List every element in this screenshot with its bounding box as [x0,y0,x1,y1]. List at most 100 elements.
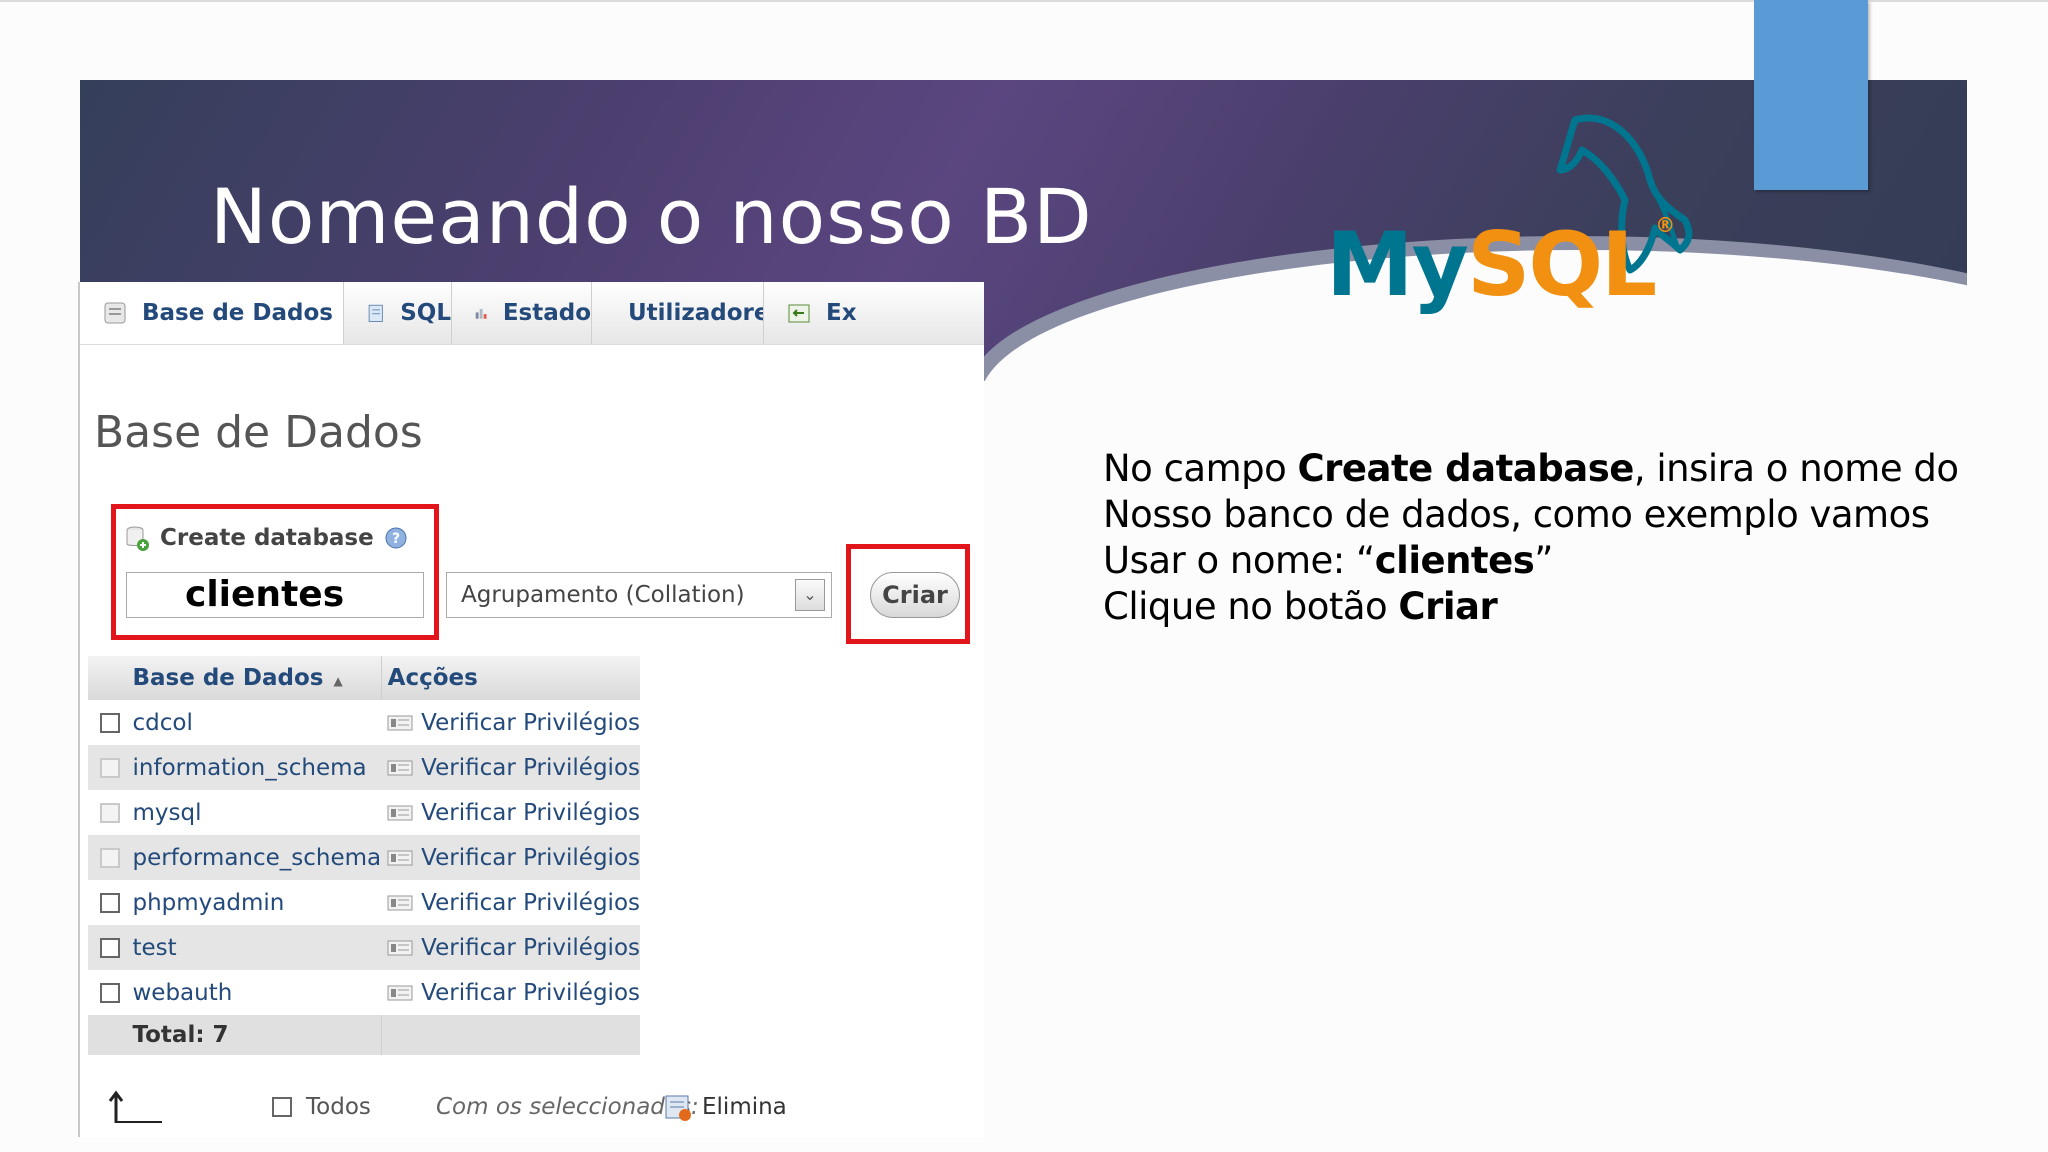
bulk-actions-row: Todos Com os seleccionados: Elimina [106,1082,826,1132]
header-database[interactable]: Base de Dados ▲ [132,656,382,700]
check-privileges-label: Verificar Privilégios [421,754,640,781]
databases-table: Base de Dados ▲ Acções cdcol Verificar Pr… [88,656,640,1055]
instruction-text: ” [1534,539,1553,582]
row-checkbox[interactable] [100,983,121,1003]
mysql-logo-my: My [1326,213,1469,316]
tab-label: Estado [502,300,591,326]
sort-ascending-icon: ▲ [333,674,343,688]
status-icon [475,309,487,319]
check-privileges-label: Verificar Privilégios [421,844,640,871]
check-privileges-link[interactable]: Verificar Privilégios [381,980,640,1006]
mysql-logo-sql: SQL [1466,213,1657,316]
highlight-create-button [846,544,970,644]
table-total-row: Total: 7 [88,1015,640,1055]
tab-estado[interactable]: Estado [452,282,592,344]
database-name[interactable]: webauth [132,970,382,1015]
tab-utilizadores[interactable]: Utilizadores [592,282,764,344]
table-row: cdcol Verificar Privilégios [88,700,640,745]
check-privileges-link[interactable]: Verificar Privilégios [381,890,640,916]
instruction-line-2: Nosso banco de dados, como exemplo vamos [1103,493,1930,536]
table-row: phpmyadmin Verificar Privilégios [88,880,640,925]
check-privileges-label: Verificar Privilégios [421,934,640,961]
database-name[interactable]: test [132,925,382,970]
total-count: Total: 7 [132,1015,382,1055]
instruction-text: , insira o nome do [1633,447,1959,490]
instruction-text: No campo [1103,447,1298,490]
header-checkbox-col [88,656,133,700]
instruction-bold: clientes [1374,539,1535,582]
tab-base-de-dados[interactable]: Base de Dados [80,282,344,344]
instruction-bold: Criar [1398,585,1498,628]
row-checkbox[interactable] [100,713,121,733]
sql-icon [368,304,383,322]
tab-export[interactable]: Ex [764,282,984,344]
instruction-text: Usar o nome: “ [1103,539,1375,582]
drop-label: Elimina [702,1094,787,1120]
tab-sql[interactable]: SQL [344,282,452,344]
database-name[interactable]: mysql [132,790,382,835]
header-actions-label: Acções [387,665,478,691]
row-checkbox [100,848,121,868]
tab-label: Utilizadores [628,300,763,326]
row-checkbox [100,803,121,823]
arrow-up-icon [108,1090,162,1123]
check-privileges-label: Verificar Privilégios [421,979,640,1006]
table-row: test Verificar Privilégios [88,925,640,970]
export-icon [788,304,810,323]
tab-label: Ex [826,300,857,326]
instruction-bold: Create database [1297,447,1635,490]
tab-bar: Base de Dados SQL Estado Utilizadores Ex [80,282,984,345]
privileges-icon [387,940,413,955]
table-header-row: Base de Dados ▲ Acções [88,656,640,700]
select-all[interactable]: Todos [272,1094,371,1120]
row-checkbox [100,758,121,778]
instruction-line-3: Usar o nome: “clientes” [1103,538,2003,584]
check-privileges-link[interactable]: Verificar Privilégios [381,935,640,961]
table-row: information_schema Verificar Privilégios [88,745,640,790]
check-privileges-link[interactable]: Verificar Privilégios [381,755,640,781]
table-row: performance_schema Verificar Privilégios [88,835,640,880]
check-privileges-link[interactable]: Verificar Privilégios [381,710,640,736]
database-name[interactable]: phpmyadmin [132,880,382,925]
with-selected-label: Com os seleccionados: [436,1094,699,1120]
check-privileges-label: Verificar Privilégios [421,889,640,916]
highlight-create-database [111,504,439,640]
select-all-checkbox[interactable] [272,1097,292,1117]
slide-title: Nomeando o nosso BD [210,172,1093,261]
drop-database-icon [665,1095,691,1121]
instructions-text: No campo Create database, insira o nome … [1103,446,2003,630]
chevron-down-icon: ⌄ [795,579,825,611]
privileges-icon [387,760,413,775]
table-row: mysql Verificar Privilégios [88,790,640,835]
database-icon [104,302,126,324]
privileges-icon [387,850,413,865]
database-name[interactable]: cdcol [132,700,382,745]
collation-label: Agrupamento (Collation) [461,582,745,608]
row-checkbox[interactable] [100,938,121,958]
select-all-label: Todos [306,1094,371,1120]
row-checkbox[interactable] [100,893,121,913]
check-privileges-link[interactable]: Verificar Privilégios [381,800,640,826]
phpmyadmin-panel: Base de Dados SQL Estado Utilizadores Ex… [78,282,984,1137]
privileges-icon [387,985,413,1000]
drop-button[interactable]: Elimina [664,1092,787,1122]
mysql-logo-reg: ® [1655,213,1675,237]
privileges-icon [387,805,413,820]
tab-label: Base de Dados [142,300,333,326]
instruction-text: Clique no botão [1103,585,1399,628]
table-row: webauth Verificar Privilégios [88,970,640,1015]
accent-tab [1754,0,1868,190]
tab-label: SQL [400,300,451,326]
database-name[interactable]: information_schema [132,745,382,790]
database-name[interactable]: performance_schema [132,835,382,880]
mysql-logo-text: MySQL® [1326,213,1675,316]
check-privileges-link[interactable]: Verificar Privilégios [381,845,640,871]
check-privileges-label: Verificar Privilégios [421,709,640,736]
top-rule [0,0,2048,2]
collation-select[interactable]: Agrupamento (Collation) ⌄ [446,572,832,618]
privileges-icon [387,715,413,730]
header-database-label: Base de Dados [132,665,324,691]
check-privileges-label: Verificar Privilégios [421,799,640,826]
instruction-line-1: No campo Create database, insira o nome … [1103,446,2003,492]
privileges-icon [387,895,413,910]
